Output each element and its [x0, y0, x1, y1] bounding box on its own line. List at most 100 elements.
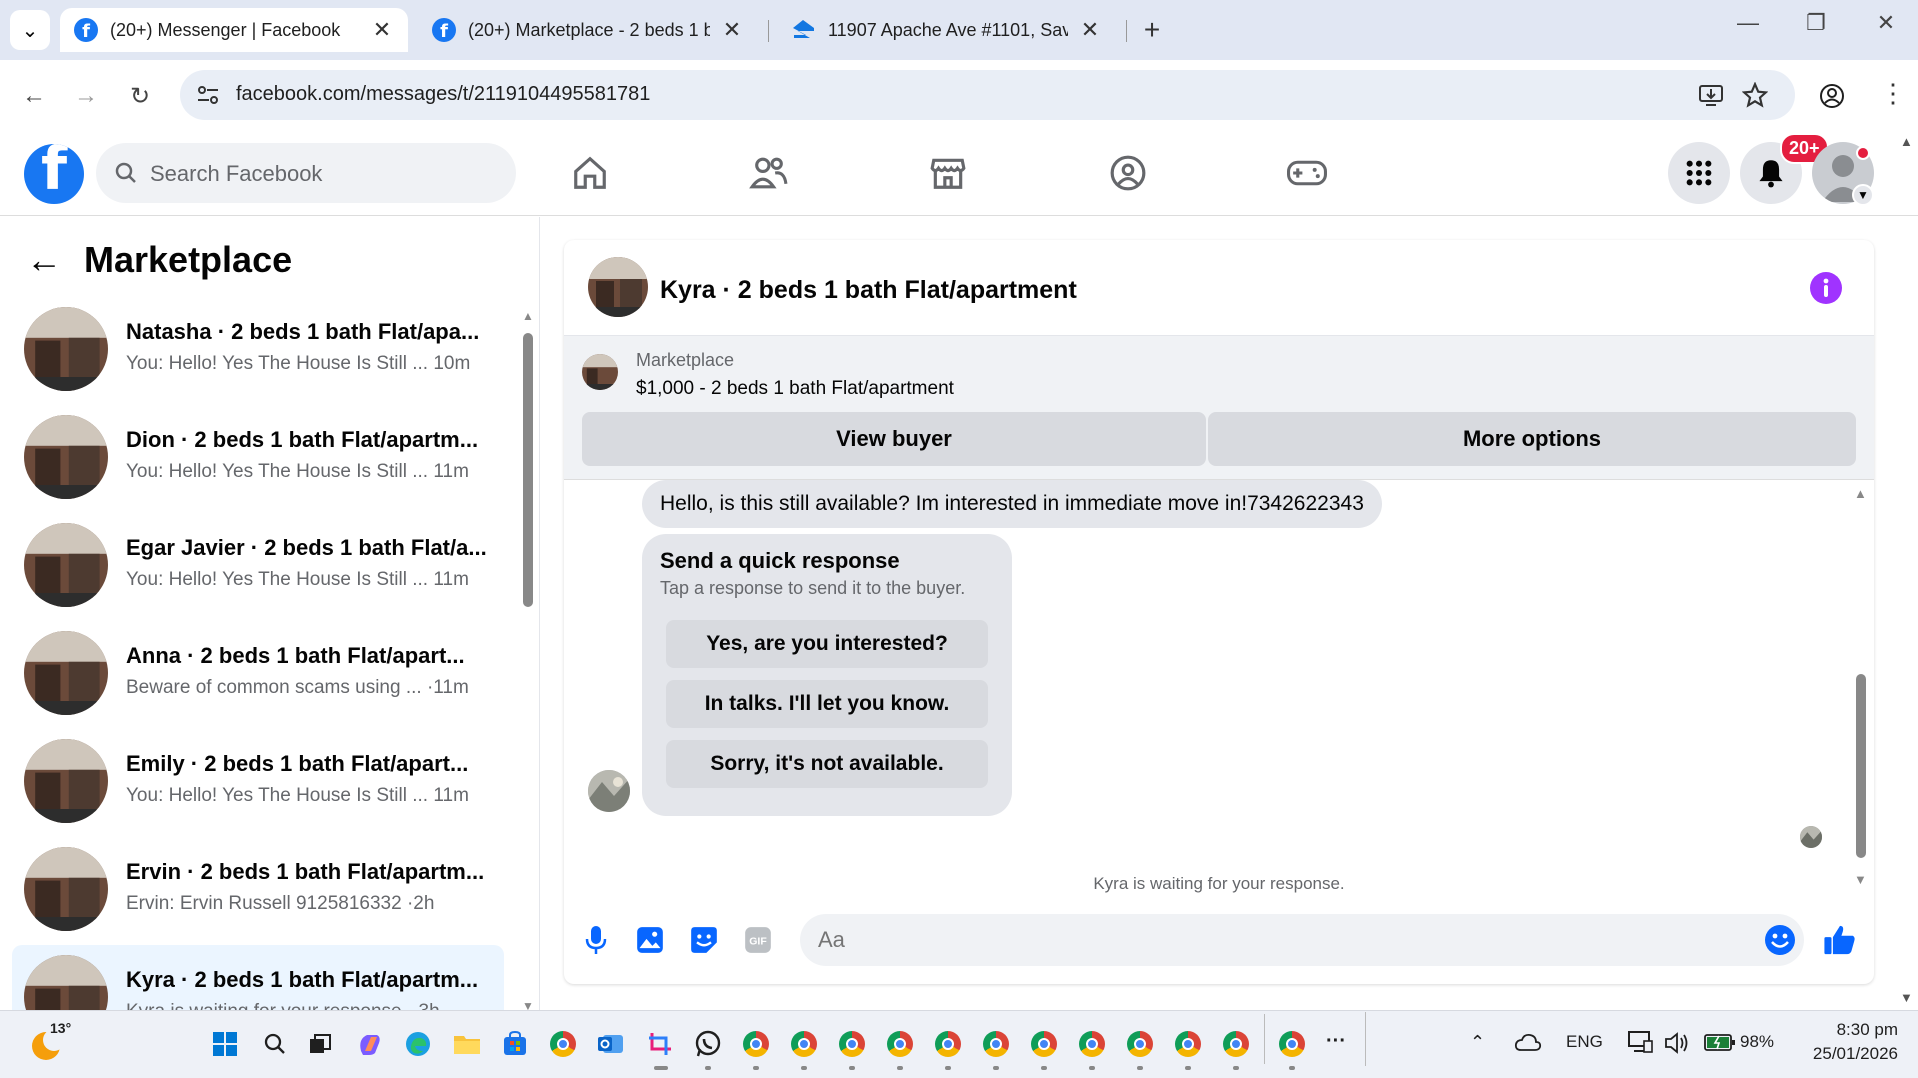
chrome-icon[interactable] [1168, 1024, 1208, 1064]
back-arrow-icon[interactable]: ← [14, 76, 54, 116]
friends-icon[interactable] [744, 148, 794, 198]
chrome-icon[interactable] [1216, 1024, 1256, 1064]
file-explorer-icon[interactable] [447, 1024, 487, 1064]
chrome-icon[interactable] [784, 1024, 824, 1064]
language-indicator[interactable]: ENG [1566, 1032, 1603, 1052]
tab-messenger[interactable]: f (20+) Messenger | Facebook ✕ [60, 8, 408, 52]
more-options-button[interactable]: More options [1208, 412, 1856, 466]
clock-time[interactable]: 8:30 pm [1824, 1020, 1898, 1040]
tab-marketplace[interactable]: f (20+) Marketplace - 2 beds 1 ba ✕ [418, 8, 758, 52]
install-app-icon[interactable] [1698, 83, 1724, 107]
info-icon[interactable] [1810, 272, 1842, 304]
battery-icon[interactable] [1704, 1032, 1736, 1052]
page-scroll-down-icon[interactable]: ▼ [1900, 990, 1913, 1005]
chrome-icon[interactable] [832, 1024, 872, 1064]
conversation-list-item[interactable]: Kyra · 2 beds 1 bath Flat/apartm... Kyra … [12, 945, 504, 1010]
tab-search-button[interactable]: ⌄ [10, 10, 50, 50]
scroll-down-icon[interactable]: ▼ [522, 999, 534, 1010]
browser-menu-icon[interactable]: ⋮ [1880, 78, 1906, 108]
chrome-icon[interactable] [543, 1024, 583, 1064]
tab-title: (20+) Messenger | Facebook [110, 19, 341, 40]
site-settings-icon[interactable] [196, 84, 220, 106]
chrome-icon[interactable] [1024, 1024, 1064, 1064]
conversation-name: Ervin · 2 beds 1 bath Flat/apartm... [126, 859, 485, 884]
omnibox[interactable]: facebook.com/messages/t/2119104495581781 [180, 70, 1795, 120]
profile-icon[interactable] [1818, 82, 1846, 110]
reload-icon[interactable]: ↻ [120, 76, 160, 116]
back-arrow-icon[interactable]: ← [26, 239, 62, 281]
chat-scroll-up-icon[interactable]: ▲ [1854, 486, 1867, 501]
whatsapp-icon[interactable] [688, 1024, 728, 1064]
facebook-logo[interactable]: f [24, 144, 84, 204]
gaming-icon[interactable] [1282, 148, 1332, 198]
emoji-icon[interactable] [1764, 924, 1796, 956]
chrome-icon[interactable] [1272, 1024, 1312, 1064]
conversation-name: Natasha · 2 beds 1 bath Flat/apa... [126, 319, 480, 344]
conversation-list-item[interactable]: Egar Javier · 2 beds 1 bath Flat/a... You… [12, 513, 504, 617]
gif-icon[interactable]: GIF [738, 920, 778, 960]
forward-arrow-icon[interactable]: → [66, 76, 106, 116]
chrome-icon[interactable] [736, 1024, 776, 1064]
listing-thumbnail[interactable] [582, 354, 618, 390]
sidebar-scrollbar[interactable]: ▲ ▼ [522, 309, 534, 1010]
window-close-icon[interactable]: ✕ [1866, 10, 1906, 36]
marketplace-icon[interactable] [923, 148, 973, 198]
view-buyer-button[interactable]: View buyer [582, 412, 1206, 466]
new-tab-button[interactable]: + [1134, 12, 1170, 48]
groups-icon[interactable] [1103, 148, 1153, 198]
taskbar-overflow-icon[interactable]: ··· [1326, 1030, 1346, 1053]
search-input[interactable]: Search Facebook [96, 143, 516, 203]
copilot-icon[interactable] [350, 1024, 390, 1064]
close-tab-icon[interactable]: ✕ [370, 17, 394, 43]
sender-avatar[interactable] [588, 770, 630, 812]
store-icon[interactable] [495, 1024, 535, 1064]
conversation-list-item[interactable]: Ervin · 2 beds 1 bath Flat/apartm... Ervi… [12, 837, 504, 941]
tab-zillow[interactable]: 11907 Apache Ave #1101, Savar ✕ [776, 8, 1116, 52]
quick-response-yes-button[interactable]: Yes, are you interested? [666, 620, 988, 668]
clock-date[interactable]: 25/01/2026 [1798, 1044, 1898, 1064]
chrome-icon[interactable] [1120, 1024, 1160, 1064]
photo-icon[interactable] [630, 920, 670, 960]
quick-response-sorry-button[interactable]: Sorry, it's not available. [666, 740, 988, 788]
url-text[interactable]: facebook.com/messages/t/2119104495581781 [236, 83, 650, 106]
chevron-down-icon[interactable]: ▼ [1852, 184, 1874, 206]
minimize-icon[interactable]: — [1728, 10, 1768, 36]
onedrive-cloud-icon[interactable] [1514, 1032, 1542, 1052]
quick-response-in-talks-button[interactable]: In talks. I'll let you know. [666, 680, 988, 728]
scrollbar-thumb[interactable] [523, 333, 533, 607]
snipping-tool-icon[interactable] [640, 1024, 680, 1064]
conversation-snippet: You: Hello! Yes The House Is Still ... 1… [126, 785, 469, 806]
message-composer[interactable] [800, 914, 1804, 966]
menu-grid-button[interactable] [1668, 142, 1730, 204]
search-icon[interactable] [255, 1024, 295, 1064]
edge-icon[interactable] [398, 1024, 438, 1064]
close-tab-icon[interactable]: ✕ [1078, 17, 1102, 43]
outlook-icon[interactable] [591, 1024, 631, 1064]
bookmark-star-icon[interactable] [1742, 82, 1768, 108]
display-icon[interactable] [1628, 1031, 1654, 1053]
conversation-list-item[interactable]: Anna · 2 beds 1 bath Flat/apart... Beware… [12, 621, 504, 725]
chrome-icon[interactable] [928, 1024, 968, 1064]
volume-icon[interactable] [1664, 1032, 1690, 1054]
chrome-icon[interactable] [1072, 1024, 1112, 1064]
chrome-icon[interactable] [880, 1024, 920, 1064]
task-view-icon[interactable] [300, 1024, 340, 1064]
conversation-list-item[interactable]: Natasha · 2 beds 1 bath Flat/apa... You: … [12, 297, 504, 401]
thumbs-up-icon[interactable] [1820, 920, 1860, 960]
scroll-up-icon[interactable]: ▲ [522, 309, 534, 323]
chat-avatar[interactable] [588, 257, 648, 317]
sticker-icon[interactable] [684, 920, 724, 960]
home-icon[interactable] [565, 148, 615, 198]
close-tab-icon[interactable]: ✕ [720, 17, 744, 43]
page-scroll-up-icon[interactable]: ▲ [1900, 134, 1913, 149]
microphone-icon[interactable] [576, 920, 616, 960]
conversation-list-item[interactable]: Dion · 2 beds 1 bath Flat/apartm... You: … [12, 405, 504, 509]
conversation-list-item[interactable]: Emily · 2 beds 1 bath Flat/apart... You: … [12, 729, 504, 833]
start-windows-icon[interactable] [205, 1024, 245, 1064]
chat-scrollbar-thumb[interactable] [1856, 674, 1866, 858]
chrome-icon[interactable] [976, 1024, 1016, 1064]
listing-title[interactable]: $1,000 - 2 beds 1 bath Flat/apartment [636, 378, 954, 400]
tray-chevron-up-icon[interactable]: ⌃ [1470, 1032, 1485, 1053]
message-input[interactable] [800, 914, 1700, 966]
restore-icon[interactable]: ❐ [1796, 10, 1836, 36]
